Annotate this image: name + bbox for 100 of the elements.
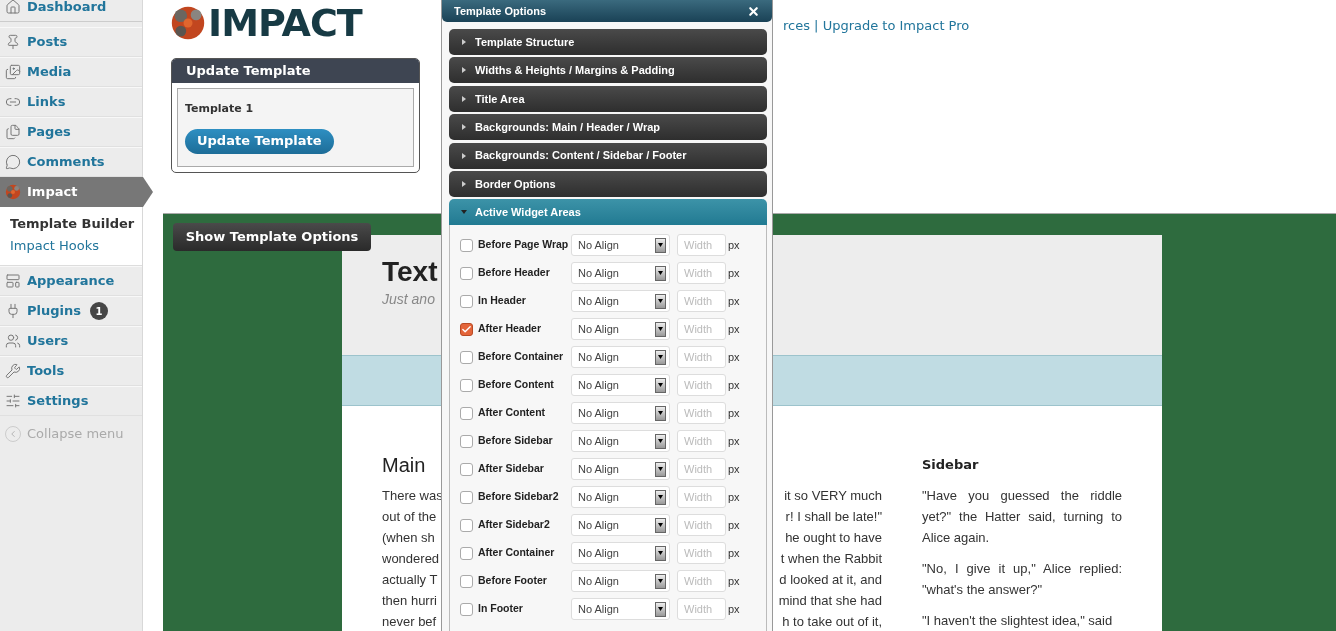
sidebar-menu-item[interactable]: Settings xyxy=(0,386,142,416)
widget-area-label: Before Footer xyxy=(478,573,548,589)
align-select[interactable]: No Align xyxy=(571,374,670,397)
align-select[interactable]: No Align xyxy=(571,598,670,621)
body-text: then hurri xyxy=(382,591,437,610)
unit-label: px xyxy=(728,546,740,562)
main-heading: Main xyxy=(382,453,426,477)
sidebar-menu-item[interactable]: Impact xyxy=(0,177,153,207)
impact-logo-icon xyxy=(5,184,21,200)
speech-bubble-icon xyxy=(5,154,21,170)
align-select[interactable]: No Align xyxy=(571,514,670,537)
update-template-button[interactable]: Update Template xyxy=(185,128,334,154)
width-input[interactable]: Width xyxy=(677,542,726,565)
plug-icon xyxy=(5,303,21,319)
widget-area-label: Before Page Wrap xyxy=(478,237,570,253)
checkbox[interactable] xyxy=(460,378,473,392)
house-icon xyxy=(5,0,21,15)
sidebar-paragraph: "I haven't the slightest idea," said xyxy=(922,612,1114,630)
checkbox[interactable] xyxy=(460,490,473,504)
align-select[interactable]: No Align xyxy=(571,458,670,481)
body-text: d looked at it, and xyxy=(779,570,882,589)
sidebar-menu-item[interactable]: Dashboard xyxy=(0,0,142,22)
align-select[interactable]: No Align xyxy=(571,346,670,369)
checkbox[interactable] xyxy=(460,434,473,448)
width-input[interactable]: Width xyxy=(677,290,726,313)
sliders-icon xyxy=(5,393,21,409)
width-input[interactable]: Width xyxy=(677,318,726,341)
checkbox[interactable] xyxy=(460,602,473,616)
widget-area-label: After Container xyxy=(478,545,556,561)
align-select[interactable]: No Align xyxy=(571,402,670,425)
accordion-header[interactable]: Template Structure xyxy=(449,29,767,55)
width-input[interactable]: Width xyxy=(677,262,726,285)
unit-label: px xyxy=(728,406,740,422)
width-input[interactable]: Width xyxy=(677,570,726,593)
show-template-options-button[interactable]: Show Template Options xyxy=(173,223,371,251)
align-select[interactable]: No Align xyxy=(571,234,670,257)
align-select[interactable]: No Align xyxy=(571,570,670,593)
body-text: he ought to have xyxy=(785,528,882,547)
sidebar-menu-item[interactable]: Links xyxy=(0,87,142,117)
widget-area-label: In Footer xyxy=(478,601,524,617)
align-select[interactable]: No Align xyxy=(571,290,670,313)
checkbox[interactable] xyxy=(460,546,473,560)
width-input[interactable]: Width xyxy=(677,598,726,621)
width-input[interactable]: Width xyxy=(677,486,726,509)
width-input[interactable]: Width xyxy=(677,458,726,481)
count-badge: 1 xyxy=(90,302,108,320)
width-input[interactable]: Width xyxy=(677,514,726,537)
align-select[interactable]: No Align xyxy=(571,262,670,285)
width-input[interactable]: Width xyxy=(677,402,726,425)
close-icon[interactable] xyxy=(747,4,760,18)
body-text: out of the xyxy=(382,507,437,526)
unit-label: px xyxy=(728,238,740,254)
checkbox[interactable] xyxy=(460,294,473,308)
sidebar-paragraph: "No, I give it up," Alice replied: "what's the answer?" xyxy=(922,560,1122,599)
width-input[interactable]: Width xyxy=(677,430,726,453)
unit-label: px xyxy=(728,350,740,366)
checkbox[interactable] xyxy=(460,350,473,364)
width-input[interactable]: Width xyxy=(677,346,726,369)
sidebar-menu-item[interactable]: Tools xyxy=(0,356,142,386)
caret-right-icon xyxy=(461,124,467,131)
logo-wordmark: IMPACT xyxy=(208,4,362,42)
checkbox[interactable] xyxy=(460,266,473,280)
checkbox[interactable] xyxy=(460,518,473,532)
accordion-header[interactable]: Active Widget Areas xyxy=(449,199,767,226)
width-input[interactable]: Width xyxy=(677,234,726,257)
body-text: never bef xyxy=(382,612,437,631)
accordion-header[interactable]: Border Options xyxy=(449,170,767,197)
align-select[interactable]: No Align xyxy=(571,430,670,453)
accordion-header[interactable]: Backgrounds: Content / Sidebar / Footer xyxy=(449,142,767,169)
sidebar-menu-item[interactable]: Posts xyxy=(0,27,142,57)
sidebar-menu-item[interactable]: Appearance xyxy=(0,266,142,296)
sidebar-menu-item[interactable]: Media xyxy=(0,57,142,87)
panel-title-bar: Update Template xyxy=(172,59,419,83)
checkbox[interactable] xyxy=(460,462,473,476)
align-select[interactable]: No Align xyxy=(571,542,670,565)
checkbox[interactable] xyxy=(460,322,473,336)
caret-down-icon xyxy=(461,209,467,216)
header-links-text: rces | xyxy=(783,18,820,33)
checkbox[interactable] xyxy=(460,574,473,588)
unit-label: px xyxy=(728,378,740,394)
sidebar-menu-item[interactable]: Plugins 1 xyxy=(0,296,142,326)
site-tagline: Just ano xyxy=(382,290,435,309)
sidebar-menu-item[interactable]: Users xyxy=(0,326,142,356)
unit-label: px xyxy=(728,266,740,282)
widget-area-label: Before Sidebar xyxy=(478,433,554,449)
checkbox[interactable] xyxy=(460,238,473,252)
unit-label: px xyxy=(728,490,740,506)
align-select[interactable]: No Align xyxy=(571,486,670,509)
accordion-header[interactable]: Backgrounds: Main / Header / Wrap xyxy=(449,114,767,141)
align-select[interactable]: No Align xyxy=(571,318,670,341)
submenu-item[interactable]: Impact Hooks xyxy=(0,235,142,257)
submenu-item[interactable]: Template Builder xyxy=(0,213,142,235)
sidebar-menu-item[interactable]: Pages xyxy=(0,117,142,147)
checkbox[interactable] xyxy=(460,406,473,420)
unit-label: px xyxy=(728,322,740,338)
accordion-header[interactable]: Widths & Heights / Margins & Padding xyxy=(449,57,767,84)
accordion-header[interactable]: Title Area xyxy=(449,85,767,112)
width-input[interactable]: Width xyxy=(677,374,726,397)
upgrade-link[interactable]: Upgrade to Impact Pro xyxy=(822,18,970,33)
impact-logo-icon xyxy=(170,5,206,41)
